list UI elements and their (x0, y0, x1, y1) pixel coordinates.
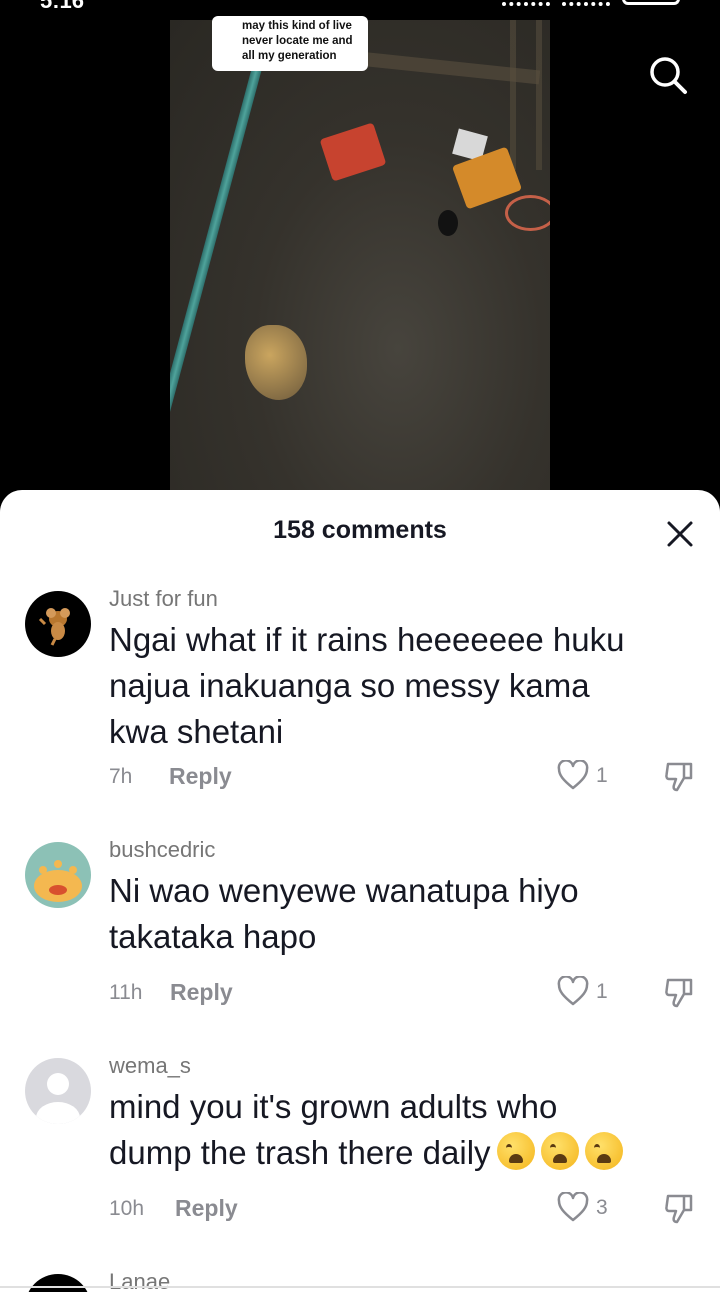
video-scene-rope (505, 195, 550, 231)
comment-username[interactable]: Lanae (109, 1269, 170, 1292)
comment-text-segment: dump the trash there daily (109, 1134, 491, 1171)
comment-text: Ni wao wenyewe wanatupa hiyo takataka ha… (109, 868, 709, 960)
status-time: 5:16 (40, 0, 85, 13)
video-caption: may this kind of live never locate me an… (212, 16, 368, 71)
comment-text-line: kwa shetani (109, 713, 284, 750)
avatar[interactable] (25, 1274, 91, 1292)
caption-line: may this kind of live (242, 20, 352, 32)
status-icons (502, 0, 680, 6)
caption-line: never locate me and (242, 35, 353, 47)
reply-button[interactable]: Reply (169, 763, 232, 790)
reply-button[interactable]: Reply (175, 1195, 238, 1222)
video-area[interactable]: 5:16 may this kind of live never locate … (0, 0, 720, 500)
reply-button[interactable]: Reply (170, 979, 233, 1006)
search-icon[interactable] (648, 55, 688, 95)
comment-text-line: takataka hapo (109, 918, 317, 955)
signal-icon (502, 0, 550, 6)
bottom-divider (0, 1286, 720, 1288)
comment-time: 11h (109, 981, 143, 1004)
dislike-icon[interactable] (664, 1192, 694, 1224)
like-count: 1 (596, 764, 608, 787)
comment-text-line: mind you it's grown adults who (109, 1088, 558, 1125)
status-bar: 5:16 (0, 0, 720, 14)
comment-text: mind you it's grown adults who dump the … (109, 1084, 709, 1176)
comment-username[interactable]: Just for fun (109, 586, 218, 612)
avatar[interactable] (25, 842, 91, 908)
signal-icon-2 (562, 0, 610, 6)
weary-face-emoji (496, 1132, 535, 1170)
close-icon[interactable] (666, 520, 694, 548)
weary-face-emoji (540, 1132, 579, 1170)
heart-icon[interactable] (557, 759, 589, 790)
video-scene-bag (245, 325, 307, 400)
heart-icon[interactable] (557, 1191, 589, 1222)
comment-username[interactable]: wema_s (109, 1053, 191, 1079)
like-count: 3 (596, 1196, 608, 1219)
avatar[interactable] (25, 591, 91, 657)
weary-face-emoji (584, 1132, 623, 1170)
comment-username[interactable]: bushcedric (109, 837, 215, 863)
avatar[interactable] (25, 1058, 91, 1124)
video-scene-stone (438, 210, 458, 236)
comment-text-line: Ngai what if it rains heeeeeee huku (109, 621, 625, 658)
dislike-icon[interactable] (664, 760, 694, 792)
caption-line: all my generation (242, 50, 337, 62)
dislike-icon[interactable] (664, 976, 694, 1008)
comments-sheet: 158 comments Just for fun Ngai what if i… (0, 490, 720, 1292)
video-scene-pipe (170, 20, 280, 490)
video-scene-fence (510, 20, 550, 170)
video-frame[interactable] (170, 20, 550, 490)
comment-text-line: Ni wao wenyewe wanatupa hiyo (109, 872, 579, 909)
like-count: 1 (596, 980, 608, 1003)
comment-text-line: najua inakuanga so messy kama (109, 667, 590, 704)
comment-text: Ngai what if it rains heeeeeee huku naju… (109, 617, 709, 755)
comments-count-title: 158 comments (273, 516, 447, 544)
video-scene-wrapper (319, 122, 387, 182)
battery-icon (622, 0, 680, 5)
comment-time: 7h (109, 765, 133, 788)
comment-time: 10h (109, 1197, 145, 1220)
heart-icon[interactable] (557, 975, 589, 1006)
comment-text-line: dump the trash there daily (109, 1130, 709, 1176)
